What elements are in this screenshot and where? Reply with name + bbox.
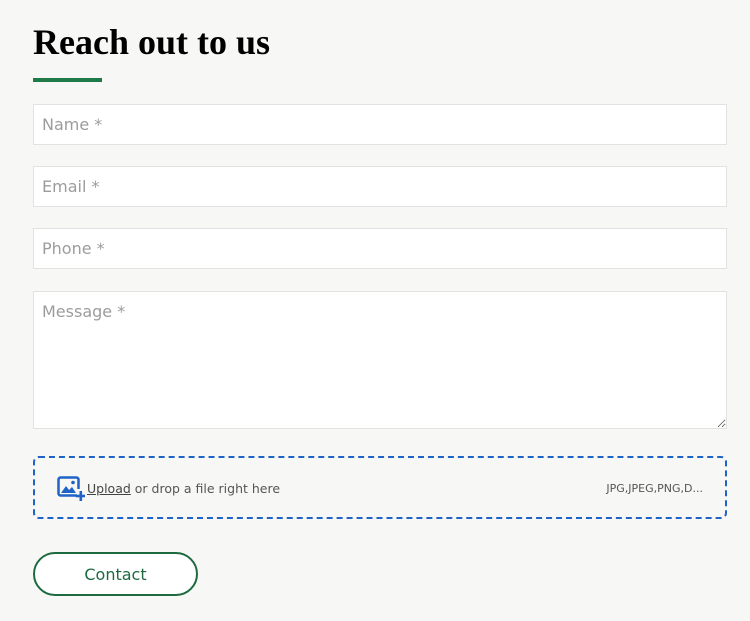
message-textarea[interactable] [33,291,727,429]
name-input[interactable] [33,104,727,145]
upload-instructions: Upload or drop a file right here [87,480,280,497]
allowed-file-types: JPG,JPEG,PNG,D... [606,482,703,495]
drop-hint-text: or drop a file right here [130,481,281,496]
heading-underline [33,78,102,82]
file-dropzone[interactable]: Upload or drop a file right here JPG,JPE… [33,456,727,519]
email-input[interactable] [33,166,727,207]
page-title: Reach out to us [33,22,271,62]
contact-button[interactable]: Contact [33,552,198,596]
upload-link[interactable]: Upload [87,481,131,496]
phone-input[interactable] [33,228,727,269]
image-upload-icon[interactable] [57,476,86,502]
